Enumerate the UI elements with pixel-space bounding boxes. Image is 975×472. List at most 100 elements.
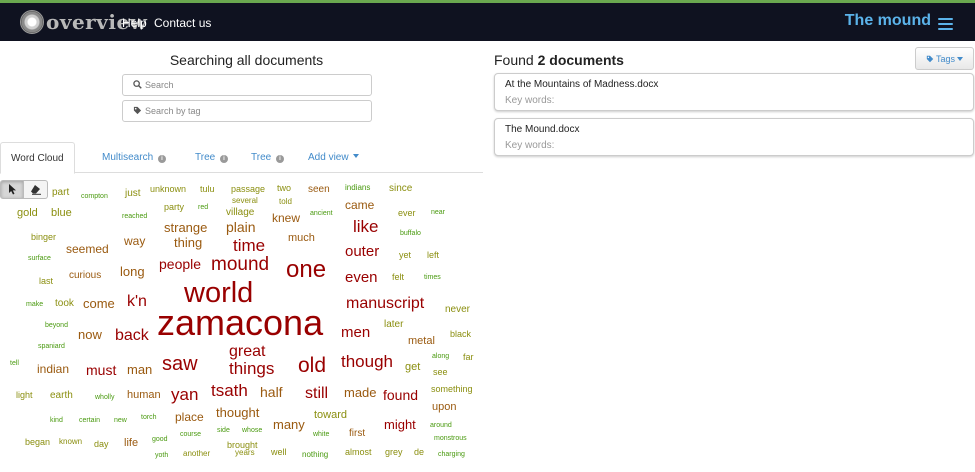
cloud-word[interactable]: see xyxy=(433,368,448,377)
cloud-word[interactable]: day xyxy=(94,440,109,449)
cloud-word[interactable]: yan xyxy=(171,386,198,403)
info-icon[interactable]: i xyxy=(157,155,166,163)
cloud-word[interactable]: much xyxy=(288,233,315,244)
cloud-word[interactable]: metal xyxy=(408,336,435,347)
cloud-word[interactable]: never xyxy=(445,305,470,315)
cloud-word[interactable]: plain xyxy=(226,220,256,234)
cloud-word[interactable]: many xyxy=(273,418,305,431)
cloud-word[interactable]: blue xyxy=(51,208,72,219)
cloud-word[interactable]: manuscript xyxy=(346,296,424,312)
tab-tree-2[interactable]: Tree i xyxy=(241,142,294,173)
cloud-word[interactable]: earth xyxy=(50,391,73,401)
info-icon[interactable]: i xyxy=(219,155,228,163)
cloud-word[interactable]: toward xyxy=(314,410,347,421)
cloud-word[interactable]: well xyxy=(271,448,287,457)
cloud-word[interactable]: good xyxy=(152,436,168,443)
cloud-word[interactable]: k'n xyxy=(127,294,147,310)
cloud-word[interactable]: along xyxy=(432,353,449,360)
cloud-word[interactable]: years xyxy=(235,449,255,457)
cloud-word[interactable]: long xyxy=(120,265,145,278)
cloud-word[interactable]: de xyxy=(414,448,424,457)
document-list-item[interactable]: The Mound.docx Key words: xyxy=(494,118,974,156)
tags-dropdown-button[interactable]: Tags xyxy=(915,47,974,70)
tab-tree-1[interactable]: Tree i xyxy=(185,142,238,173)
cloud-word[interactable]: surface xyxy=(28,255,51,262)
cloud-word[interactable]: passage xyxy=(231,185,265,194)
cloud-word[interactable]: mound xyxy=(211,255,269,274)
cloud-word[interactable]: like xyxy=(353,218,379,235)
nav-help-link[interactable]: Help xyxy=(122,16,147,30)
cloud-word[interactable]: spaniard xyxy=(38,343,65,350)
cloud-word[interactable]: took xyxy=(55,299,74,309)
cloud-word[interactable]: since xyxy=(389,184,412,194)
cloud-word[interactable]: felt xyxy=(392,273,404,282)
cloud-word[interactable]: nothing xyxy=(302,451,328,459)
cloud-word[interactable]: saw xyxy=(162,354,198,374)
cloud-word[interactable]: whose xyxy=(242,427,262,434)
cloud-word[interactable]: life xyxy=(124,438,138,449)
cloud-word[interactable]: two xyxy=(277,184,291,193)
cloud-word[interactable]: another xyxy=(183,450,210,458)
search-input[interactable] xyxy=(145,75,365,95)
cloud-word[interactable]: half xyxy=(260,385,283,399)
cloud-word[interactable]: thought xyxy=(216,406,259,419)
cloud-word[interactable]: must xyxy=(86,363,116,377)
cloud-word[interactable]: far xyxy=(463,353,474,362)
cloud-word[interactable]: men xyxy=(341,325,370,340)
cloud-word[interactable]: knew xyxy=(272,212,300,224)
eraser-tool-button[interactable] xyxy=(24,180,48,199)
cloud-word[interactable]: man xyxy=(127,363,152,376)
cloud-word[interactable]: part xyxy=(52,188,69,198)
tab-word-cloud[interactable]: Word Cloud xyxy=(0,142,75,174)
cloud-word[interactable]: even xyxy=(345,270,378,285)
cloud-word[interactable]: monstrous xyxy=(434,435,467,442)
cloud-word[interactable]: almost xyxy=(345,448,372,457)
cloud-word[interactable]: binger xyxy=(31,233,56,242)
cloud-word[interactable]: grey xyxy=(385,448,403,457)
cloud-word[interactable]: get xyxy=(405,362,420,373)
cloud-word[interactable]: later xyxy=(384,320,403,330)
cloud-word[interactable]: tsath xyxy=(211,382,248,399)
cloud-word[interactable]: place xyxy=(175,411,204,423)
cloud-word[interactable]: came xyxy=(345,199,374,211)
cloud-word[interactable]: great xyxy=(229,344,265,360)
add-view-dropdown[interactable]: Add view xyxy=(298,142,369,173)
cloud-word[interactable]: white xyxy=(313,431,329,438)
cloud-word[interactable]: reached xyxy=(122,213,147,220)
cloud-word[interactable]: light xyxy=(16,391,33,400)
cloud-word[interactable]: began xyxy=(25,438,50,447)
cloud-word[interactable]: come xyxy=(83,297,115,310)
cloud-word[interactable]: way xyxy=(124,235,145,247)
cloud-word[interactable]: might xyxy=(384,418,416,431)
cloud-word[interactable]: make xyxy=(26,301,43,308)
cloud-word[interactable]: gold xyxy=(17,208,38,219)
cloud-word[interactable]: human xyxy=(127,390,161,401)
cloud-word[interactable]: something xyxy=(431,385,473,394)
cloud-word[interactable]: just xyxy=(125,189,141,199)
cloud-word[interactable]: curious xyxy=(69,271,101,281)
hamburger-menu-icon[interactable] xyxy=(938,18,953,30)
cloud-word[interactable]: seen xyxy=(308,185,330,195)
cloud-word[interactable]: village xyxy=(226,208,254,218)
cloud-word[interactable]: certain xyxy=(79,417,100,424)
cloud-word[interactable]: times xyxy=(424,274,441,281)
cloud-word[interactable]: told xyxy=(279,198,292,206)
cloud-word[interactable]: known xyxy=(59,438,82,446)
cloud-word[interactable]: last xyxy=(39,277,53,286)
cloud-word[interactable]: upon xyxy=(432,402,456,413)
select-tool-button[interactable] xyxy=(0,180,24,199)
cloud-word[interactable]: back xyxy=(115,328,149,344)
cloud-word[interactable]: yet xyxy=(399,251,411,260)
info-icon[interactable]: i xyxy=(275,155,284,163)
cloud-word[interactable]: made xyxy=(344,386,377,399)
cloud-word[interactable]: seemed xyxy=(66,243,109,255)
cloud-word[interactable]: thing xyxy=(174,236,202,249)
cloud-word[interactable]: tell xyxy=(10,360,19,367)
cloud-word[interactable]: charging xyxy=(438,451,465,458)
document-list-item[interactable]: At the Mountains of Madness.docx Key wor… xyxy=(494,73,974,111)
cloud-word[interactable]: now xyxy=(78,328,102,341)
tag-search-input[interactable] xyxy=(145,101,365,121)
cloud-word[interactable]: course xyxy=(180,431,201,438)
cloud-word[interactable]: near xyxy=(431,209,445,216)
cloud-word[interactable]: torch xyxy=(141,414,157,421)
